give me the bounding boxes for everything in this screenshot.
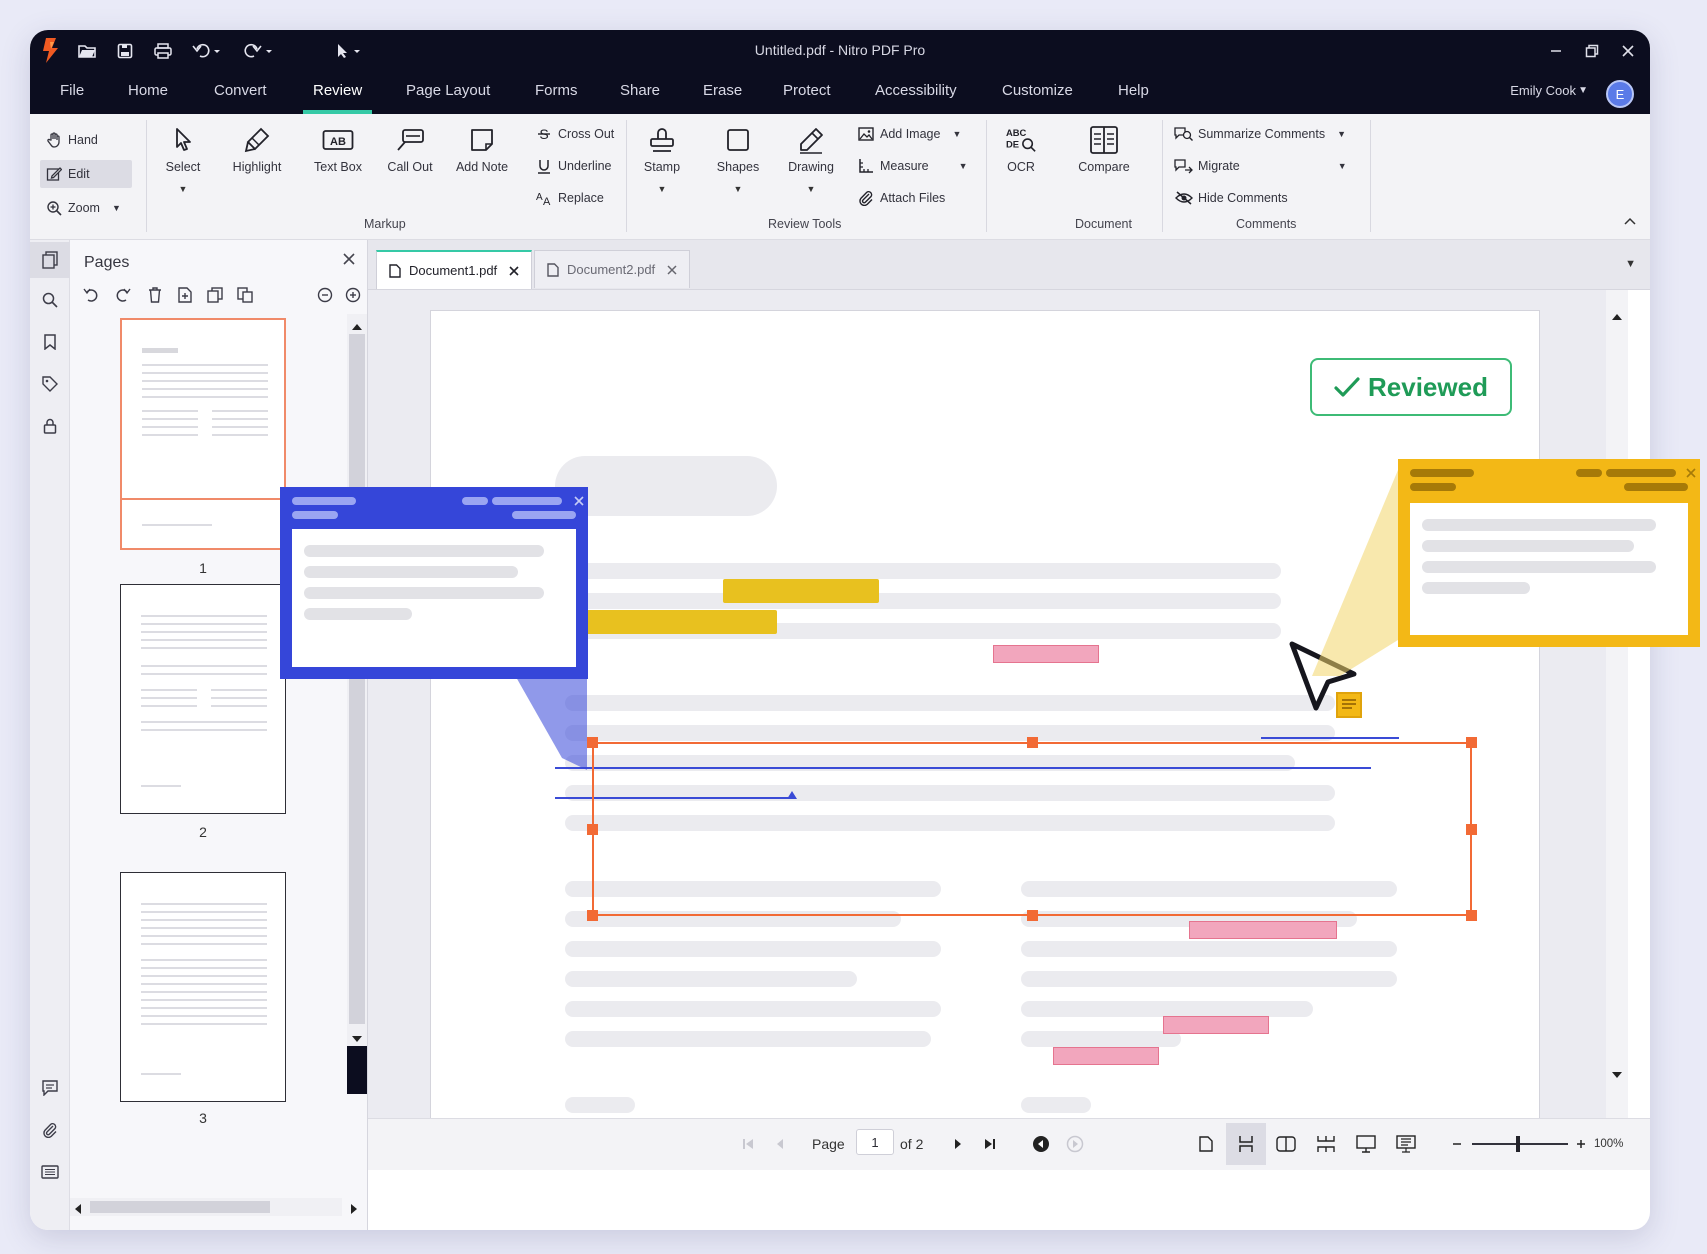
- comment-popup-yellow[interactable]: [1398, 459, 1700, 647]
- close-popup-icon[interactable]: [1686, 465, 1696, 483]
- comment-popup-blue[interactable]: [280, 487, 588, 679]
- close-popup-icon[interactable]: [574, 493, 584, 511]
